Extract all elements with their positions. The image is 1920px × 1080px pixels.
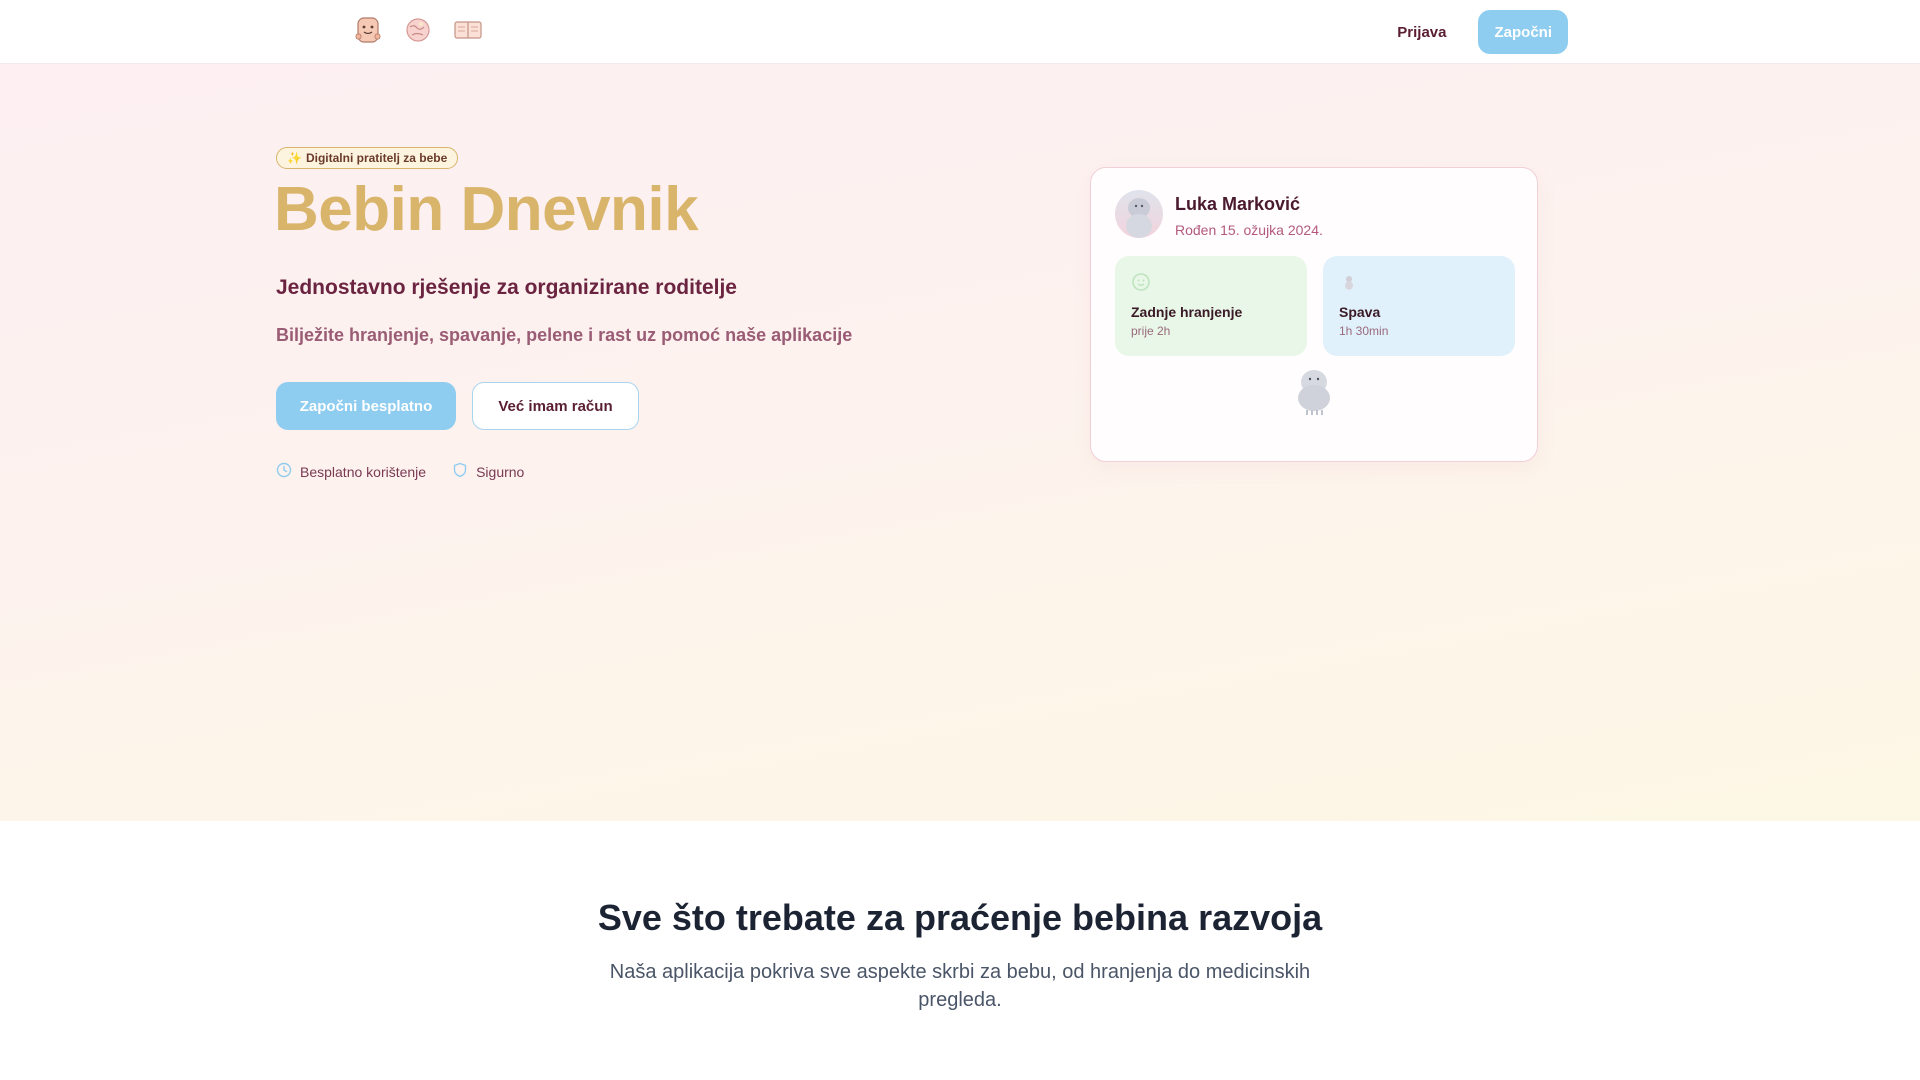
stat-sleep-value: 1h 30min [1339,324,1389,338]
stat-sleep-label: Spava [1339,304,1381,320]
baby-profile-card: Luka Marković Rođen 15. ožujka 2024. Zad… [1090,167,1538,462]
hero-badge-label: Digitalni pratitelj za bebe [305,151,448,165]
features-description: Naša aplikacija pokriva sve aspekte skrb… [609,961,1311,1011]
hero-section: ✨ Digitalni pratitelj za bebe Bebin Dnev… [0,64,1920,821]
shield-icon [452,462,468,481]
have-account-button[interactable]: Već imam račun [472,382,639,430]
baby-name: Luka Marković [1175,194,1301,214]
sparkle-icon: ✨ [287,151,302,165]
feature-free-label: Besplatno korištenje [300,463,427,480]
mascot-icon [1294,368,1334,416]
features-title: Sve što trebate za praćenje bebina razvo… [597,897,1323,938]
stat-sleep: Spava 1h 30min [1323,256,1515,356]
baby-avatar [1115,190,1163,238]
start-free-button[interactable]: Započni besplatno [276,382,456,430]
feature-secure: Sigurno [452,462,524,481]
nav-actions: Prijava Započni [1397,10,1568,54]
clock-icon [276,462,292,481]
stat-feeding-label: Zadnje hranjenje [1131,304,1243,320]
navbar: Prijava Započni [0,0,1920,64]
book-logo-icon[interactable] [452,14,484,46]
feature-free: Besplatno korištenje [276,462,426,481]
start-button[interactable]: Započni [1478,10,1568,54]
hero-title: Bebin Dnevnik [274,175,699,244]
stat-feeding-value: prije 2h [1131,324,1171,338]
features-section: Sve što trebate za praćenje bebina razvo… [0,821,1920,1080]
stat-last-feeding: Zadnje hranjenje prije 2h [1115,256,1307,356]
toast-logo-icon[interactable] [352,14,384,46]
sleep-icon [1339,272,1359,292]
feature-secure-label: Sigurno [476,463,525,480]
nav-logos [352,14,484,46]
hero-features: Besplatno korištenje Sigurno [276,462,524,481]
feeding-icon [1131,272,1151,292]
login-link[interactable]: Prijava [1397,24,1446,41]
hero-subtitle: Jednostavno rješenje za organizirane rod… [276,276,737,299]
baby-birthdate: Rođen 15. ožujka 2024. [1175,222,1323,238]
globe-logo-icon[interactable] [402,14,434,46]
hero-badge: ✨ Digitalni pratitelj za bebe [276,147,459,169]
hero-description: Bilježite hranjenje, spavanje, pelene i … [276,325,853,345]
